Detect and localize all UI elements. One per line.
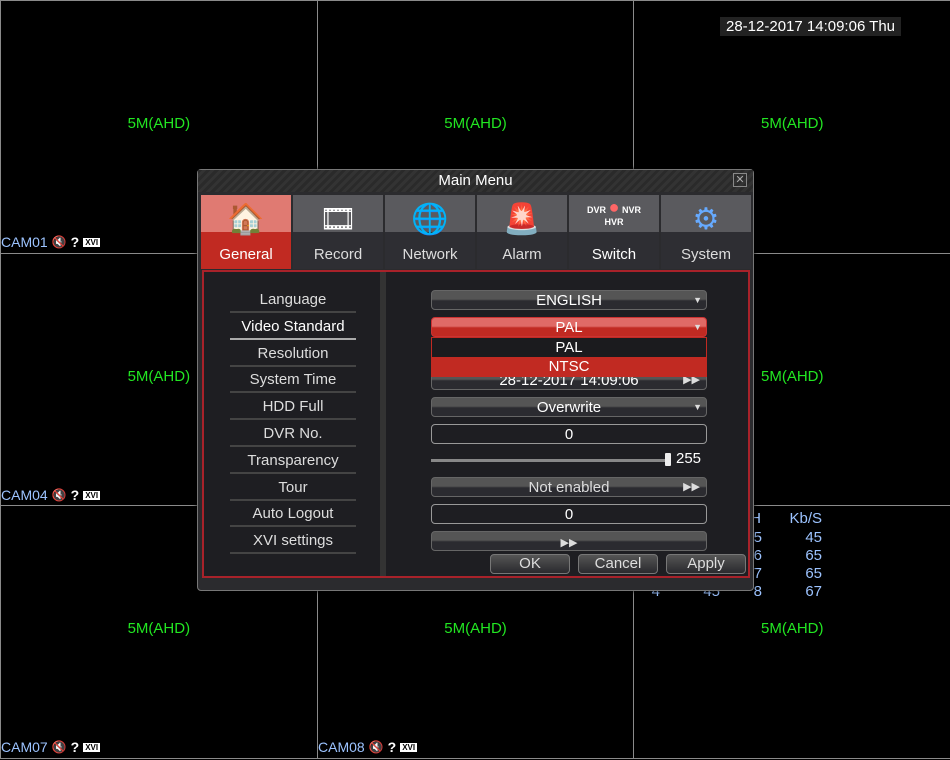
mute-speaker-icon: 🔇	[368, 740, 384, 754]
resolution-label: 5M(AHD)	[444, 620, 507, 638]
option-ntsc[interactable]: NTSC	[432, 357, 706, 376]
divider	[380, 272, 386, 576]
camera-label-cam01: CAM01 🔇? XVI	[1, 234, 101, 250]
xvi-badge: XVI	[83, 490, 101, 500]
setting-label: DVR No.	[230, 423, 356, 447]
video-standard-options: PAL NTSC	[431, 337, 707, 377]
resolution-label: 5M(AHD)	[760, 115, 824, 132]
tab-network[interactable]: 🌐 Network	[385, 195, 475, 269]
mute-speaker-icon: 🔇	[51, 235, 67, 249]
camera-name: CAM04	[1, 487, 48, 503]
apply-button[interactable]: Apply	[666, 554, 746, 574]
kbs: 67	[805, 583, 822, 600]
main-menu-dialog: Main Menu ✕ 🏠 General 🎞 Record 🌐 Network 🚨 A…	[197, 169, 754, 591]
auto-logout-value: 0	[564, 506, 574, 523]
hvr-text: HVR	[604, 217, 624, 227]
close-button[interactable]: ✕	[733, 173, 747, 187]
setting-label: Tour	[230, 477, 356, 501]
dvr-text: DVR	[587, 205, 607, 215]
tour-field[interactable]: Not enabled ▶▶	[431, 477, 707, 497]
transparency-value: 255	[676, 450, 702, 467]
xvi-badge: XVI	[83, 237, 101, 247]
camera-label-cam04: CAM04 🔇? XVI	[1, 487, 101, 503]
setting-label: System Time	[230, 369, 356, 394]
auto-logout-input[interactable]: 0	[431, 504, 707, 524]
question-icon: ?	[387, 739, 397, 755]
tab-label: Network	[402, 246, 458, 263]
dvr-no-value: 0	[564, 426, 574, 443]
language-dropdown[interactable]: ENGLISH ▼	[431, 290, 707, 310]
chevron-down-icon: ▼	[693, 402, 702, 412]
hdd-full-value: Overwrite	[536, 399, 602, 416]
video-standard-dropdown[interactable]: PAL ▼	[431, 317, 707, 337]
question-icon: ?	[70, 487, 80, 503]
slider-handle[interactable]	[665, 453, 671, 466]
camera-name: CAM01	[1, 234, 48, 250]
kbs: 65	[805, 565, 822, 582]
nvr-text: NVR	[621, 205, 641, 215]
fast-forward-icon: ▶▶	[560, 537, 578, 549]
setting-label: HDD Full	[230, 396, 356, 421]
kbs: 45	[805, 529, 822, 546]
fast-forward-icon: ▶▶	[683, 481, 700, 493]
tab-label: System	[680, 246, 731, 263]
tab-label: General	[219, 246, 273, 263]
tab-switch[interactable]: DVR ● NVR HVR Switch	[569, 195, 659, 269]
tab-label: Record	[313, 246, 363, 263]
datetime-display: 28-12-2017 14:09:06 Thu	[720, 17, 902, 36]
chevron-down-icon: ▼	[693, 295, 702, 305]
option-pal[interactable]: PAL	[432, 338, 706, 357]
siren-icon: 🚨	[503, 203, 541, 236]
mute-speaker-icon: 🔇	[51, 740, 67, 754]
hdd-full-dropdown[interactable]: Overwrite ▼	[431, 397, 707, 417]
tab-record[interactable]: 🎞 Record	[293, 195, 383, 269]
resolution-label: 5M(AHD)	[127, 115, 191, 132]
camera-label-cam07: CAM07 🔇? XVI	[1, 739, 101, 755]
ok-button[interactable]: OK	[490, 554, 570, 574]
language-value: ENGLISH	[536, 292, 602, 309]
tour-value: Not enabled	[528, 479, 610, 496]
film-reel-icon: 🎞	[318, 203, 358, 236]
setting-label: XVI settings	[230, 530, 356, 555]
xvi-badge: XVI	[400, 742, 418, 752]
chevron-down-icon: ▼	[693, 322, 702, 332]
resolution-label: 5M(AHD)	[760, 620, 824, 638]
resolution-label: 5M(AHD)	[444, 115, 507, 132]
camera-label-cam08: CAM08 🔇? XVI	[318, 739, 418, 755]
setting-label: Language	[230, 289, 356, 313]
question-icon: ?	[70, 234, 80, 250]
globe-laptop-icon: 🌐	[411, 203, 449, 236]
resolution-label: 5M(AHD)	[127, 620, 191, 638]
camera-name: CAM07	[1, 739, 48, 755]
camera-name: CAM08	[318, 739, 365, 755]
cancel-button[interactable]: Cancel	[578, 554, 658, 574]
tab-label: Switch	[591, 246, 637, 263]
mute-speaker-icon: 🔇	[51, 488, 67, 502]
setting-label: Transparency	[230, 450, 356, 474]
house-gear-icon: 🏠	[227, 203, 265, 236]
general-settings-panel: Language Video Standard Resolution System T…	[202, 270, 750, 578]
dvr-no-input[interactable]: 0	[431, 424, 707, 444]
tab-label: Alarm	[502, 246, 542, 263]
transparency-slider[interactable]	[431, 453, 671, 466]
tab-general[interactable]: 🏠 General	[201, 195, 291, 269]
dialog-title: Main Menu	[198, 170, 753, 192]
gears-icon: ⚙	[692, 203, 720, 236]
tab-system[interactable]: ⚙ System	[661, 195, 751, 269]
question-icon: ?	[70, 739, 80, 755]
xvi-settings-button[interactable]: ▶▶	[431, 531, 707, 551]
setting-label: Resolution	[230, 343, 356, 367]
setting-label: Auto Logout	[230, 503, 356, 528]
kbs-header: Kb/S	[789, 510, 822, 527]
dvr-nvr-hvr-switch-icon: DVR ● NVR HVR	[587, 197, 641, 227]
kbs: 65	[805, 547, 822, 564]
video-standard-value: PAL	[555, 319, 583, 336]
setting-label: Video Standard	[230, 316, 356, 340]
tab-alarm[interactable]: 🚨 Alarm	[477, 195, 567, 269]
xvi-badge: XVI	[83, 742, 101, 752]
